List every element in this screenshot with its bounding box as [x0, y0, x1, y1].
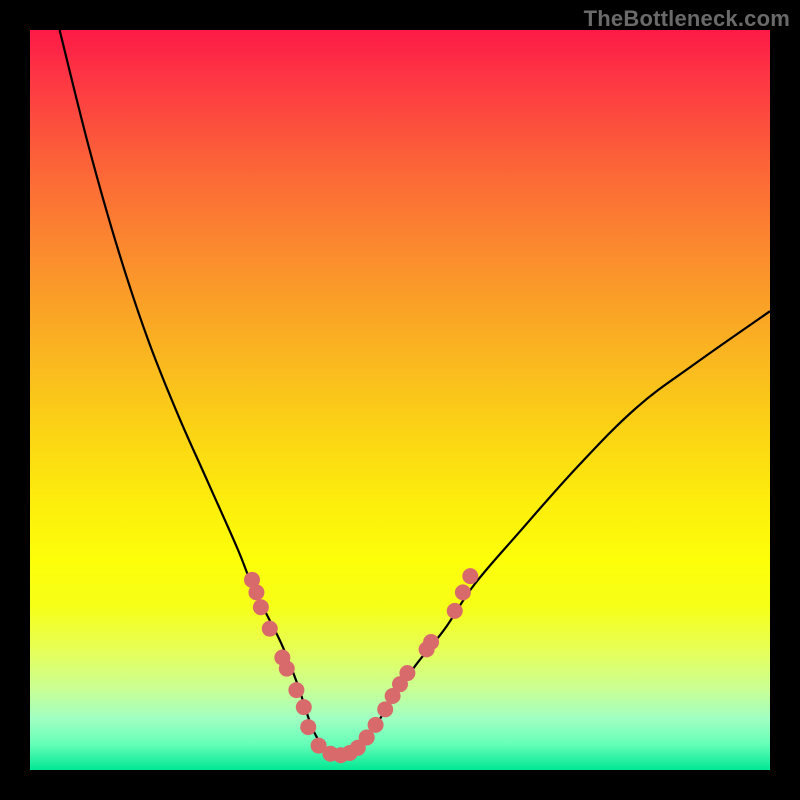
curve-marker: [300, 719, 316, 735]
curve-path: [60, 30, 770, 756]
plot-area: [30, 30, 770, 770]
curve-marker: [296, 699, 312, 715]
curve-marker: [462, 568, 478, 584]
curve-marker: [279, 661, 295, 677]
curve-marker: [423, 634, 439, 650]
curve-marker: [447, 603, 463, 619]
curve-marker: [248, 584, 264, 600]
curve-marker: [455, 584, 471, 600]
curve-marker: [368, 717, 384, 733]
chart-frame: TheBottleneck.com: [0, 0, 800, 800]
curve-marker: [399, 665, 415, 681]
curve-marker: [253, 599, 269, 615]
marker-group: [244, 568, 478, 763]
watermark-text: TheBottleneck.com: [584, 6, 790, 32]
curve-marker: [288, 682, 304, 698]
bottleneck-curve: [60, 30, 770, 756]
curve-marker: [262, 621, 278, 637]
chart-svg: [30, 30, 770, 770]
